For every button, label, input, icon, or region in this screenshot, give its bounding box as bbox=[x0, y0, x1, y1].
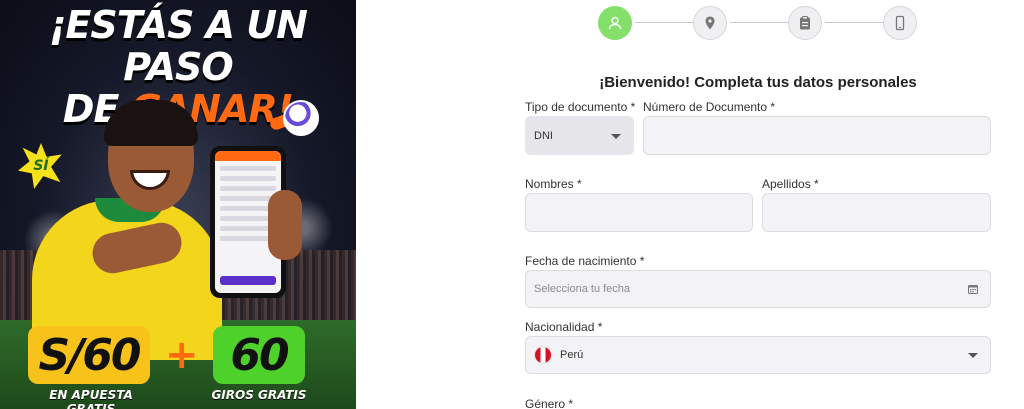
document-number-input[interactable] bbox=[643, 116, 991, 155]
clipboard-icon bbox=[800, 16, 810, 30]
offer-plus: + bbox=[165, 332, 199, 378]
offer-spins-caption: GIROS GRATIS bbox=[211, 388, 307, 402]
birth-date-input[interactable]: Selecciona tu fecha bbox=[525, 270, 991, 308]
document-type-select[interactable]: DNI bbox=[525, 116, 634, 155]
offer-bet-amount: S/60 bbox=[38, 329, 142, 381]
promo-banner: ¡ESTÁS A UN PASO DE GANAR! SÍ S/60 + 60 … bbox=[0, 0, 356, 409]
last-names-input[interactable] bbox=[762, 193, 991, 232]
phone-form-line bbox=[220, 186, 276, 191]
document-number-label: Número de Documento * bbox=[643, 100, 776, 114]
phone-form-line bbox=[220, 196, 276, 201]
birth-date-placeholder: Selecciona tu fecha bbox=[534, 283, 631, 295]
document-type-label: Tipo de documento * bbox=[525, 100, 636, 114]
peru-flag-icon bbox=[534, 346, 552, 364]
step-connector bbox=[730, 22, 788, 23]
nationality-label: Nacionalidad * bbox=[525, 320, 603, 334]
gender-label: Género * bbox=[525, 397, 574, 409]
phone-app-bar bbox=[215, 151, 281, 161]
first-names-label: Nombres * bbox=[525, 177, 582, 191]
step-connector bbox=[635, 22, 693, 23]
promo-title-line1: ¡ESTÁS A UN PASO bbox=[49, 3, 308, 89]
si-badge-text: SÍ bbox=[33, 158, 49, 174]
offer-bet-caption: EN APUESTA GRATIS bbox=[49, 388, 133, 409]
phone-form-line bbox=[220, 166, 276, 171]
offer-bet-badge: S/60 bbox=[28, 326, 150, 384]
calendar-icon[interactable] bbox=[968, 284, 978, 294]
step-terms[interactable] bbox=[788, 6, 822, 40]
phone-form-line bbox=[220, 176, 276, 181]
document-type-value: DNI bbox=[534, 129, 553, 142]
chevron-down-icon bbox=[611, 133, 621, 139]
first-names-input[interactable] bbox=[525, 193, 753, 232]
mobile-phone-icon bbox=[895, 15, 905, 31]
step-personal-data[interactable] bbox=[598, 6, 632, 40]
registration-stepper bbox=[598, 6, 918, 42]
step-connector bbox=[825, 22, 883, 23]
user-icon bbox=[608, 16, 622, 30]
offer-spins-amount: 60 bbox=[230, 329, 289, 381]
location-pin-icon bbox=[705, 16, 715, 30]
offer-spins-badge: 60 bbox=[213, 326, 305, 384]
step-phone[interactable] bbox=[883, 6, 917, 40]
step-address[interactable] bbox=[693, 6, 727, 40]
last-names-label: Apellidos * bbox=[762, 177, 819, 191]
birth-date-label: Fecha de nacimiento * bbox=[525, 254, 645, 268]
chevron-down-icon bbox=[968, 353, 978, 358]
nationality-select[interactable]: Perú bbox=[525, 336, 991, 374]
phone-submit-button bbox=[220, 276, 276, 285]
nationality-value: Perú bbox=[560, 349, 584, 361]
form-heading: ¡Bienvenido! Completa tus datos personal… bbox=[599, 74, 917, 91]
person-hand bbox=[268, 190, 302, 260]
soccer-ball-icon bbox=[283, 100, 319, 136]
